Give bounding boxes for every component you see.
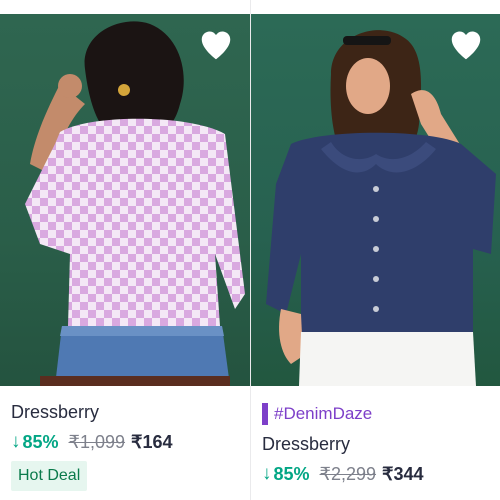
original-price: ₹1,099 <box>68 431 126 452</box>
price-row: ↓ 85% ₹1,099 ₹164 <box>11 431 244 453</box>
product-image[interactable] <box>251 14 500 386</box>
down-arrow-icon: ↓ <box>262 463 272 484</box>
product-card[interactable]: #DenimDaze Dressberry ↓ 85% ₹2,299 ₹344 <box>251 0 500 500</box>
tag-bar <box>262 403 268 425</box>
product-grid: Dressberry ↓ 85% ₹1,099 ₹164 Hot Deal #D… <box>0 0 500 500</box>
product-image[interactable] <box>0 14 250 386</box>
heart-outline-icon <box>451 31 481 60</box>
wishlist-button[interactable] <box>197 26 235 64</box>
brand-name: Dressberry <box>262 434 351 454</box>
hot-deal-badge: Hot Deal <box>11 461 88 491</box>
product-card[interactable]: Dressberry ↓ 85% ₹1,099 ₹164 Hot Deal <box>0 0 250 500</box>
original-price: ₹2,299 <box>319 463 377 484</box>
heart-outline-icon <box>201 31 231 60</box>
tag-label: #DenimDaze <box>274 404 373 423</box>
brand-name: Dressberry <box>11 402 100 422</box>
product-info: Dressberry ↓ 85% ₹1,099 ₹164 Hot Deal <box>11 402 244 491</box>
woman-back-checkered-pink-top-photo <box>25 21 245 386</box>
sale-price: ₹344 <box>382 463 424 484</box>
down-arrow-icon: ↓ <box>11 431 21 452</box>
wishlist-button[interactable] <box>447 26 485 64</box>
woman-denim-ruffle-collar-top-photo <box>266 30 496 386</box>
sale-price: ₹164 <box>131 431 173 452</box>
product-info: #DenimDaze Dressberry ↓ 85% ₹2,299 ₹344 <box>262 403 494 485</box>
discount-percent: 85% <box>22 431 59 452</box>
price-row: ↓ 85% ₹2,299 ₹344 <box>262 463 494 485</box>
promo-tag[interactable]: #DenimDaze <box>262 403 494 425</box>
discount-percent: 85% <box>273 463 310 484</box>
